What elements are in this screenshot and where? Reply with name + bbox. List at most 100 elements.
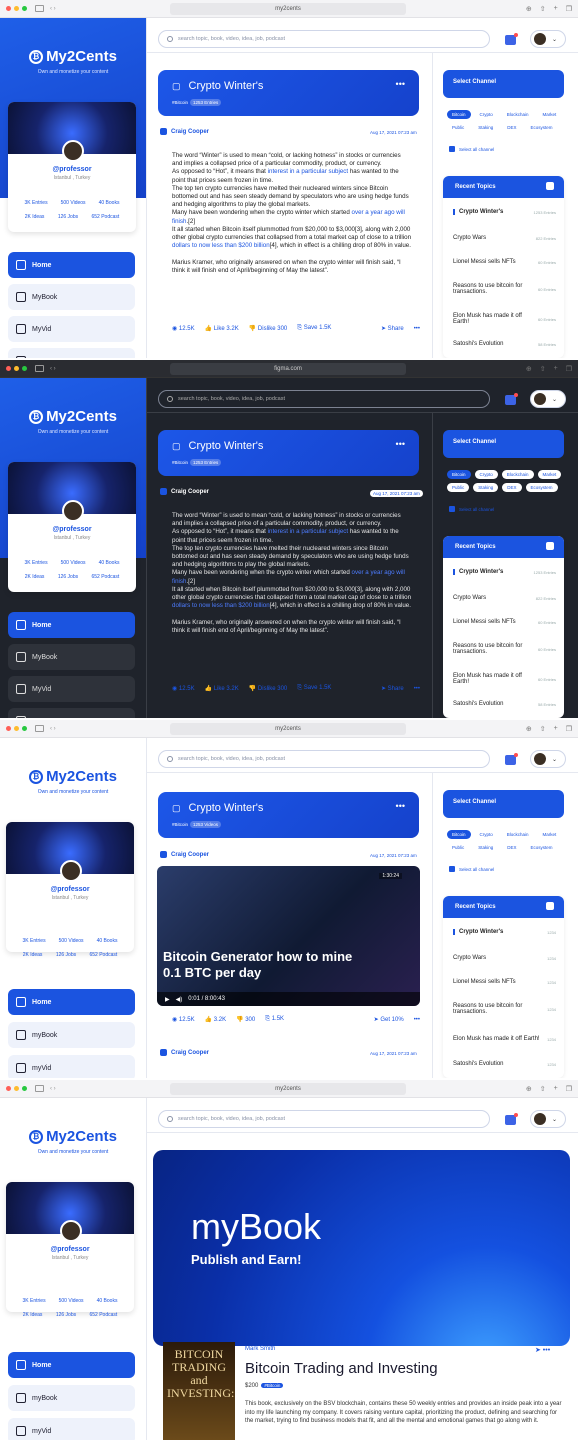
more-icon[interactable]: ••• (396, 439, 405, 449)
stat-ideas[interactable]: 2K Ideas (23, 952, 43, 958)
stat-jobs[interactable]: 126 Jobs (56, 1312, 76, 1318)
download-icon[interactable]: ⊕ (526, 365, 532, 373)
menu-home[interactable]: Home (8, 612, 135, 638)
chip-ecosystem[interactable]: Ecosystem (526, 123, 558, 132)
notification-icon[interactable] (505, 393, 518, 405)
user-menu[interactable]: ⌄ (530, 390, 566, 408)
list-item[interactable]: Reasons to use bitcoin for transactions.… (443, 634, 564, 664)
tabs-icon[interactable]: ❐ (566, 725, 572, 733)
search-input[interactable]: search topic, book, video, idea, job, po… (158, 1110, 490, 1128)
stat-podcast[interactable]: 652 Podcast (91, 214, 119, 220)
chip-staking[interactable]: Staking (473, 483, 499, 492)
menu-myvid[interactable]: myVid (8, 1418, 135, 1440)
new-tab-icon[interactable]: + (554, 365, 558, 373)
list-item[interactable]: Elon Musk has made it off Earth! 1234 (443, 1024, 564, 1054)
avatar[interactable] (62, 500, 84, 522)
stat-ideas[interactable]: 2K Ideas (25, 214, 45, 220)
list-item[interactable]: Elon Musk has made it off Earth! 60 Entri… (443, 304, 564, 334)
notification-icon[interactable] (505, 1113, 518, 1125)
tabs-icon[interactable]: ❐ (566, 5, 572, 13)
new-tab-icon[interactable]: + (554, 5, 558, 13)
app-logo[interactable]: ₿ My2Cents (0, 1128, 146, 1145)
list-item[interactable]: Crypto Wars 822 Entries (443, 226, 564, 250)
book-cover[interactable]: BITCOIN TRADING and INVESTING: (163, 1342, 235, 1440)
back-forward-icon[interactable]: ‹ › (50, 1086, 56, 1092)
app-logo[interactable]: ₿ My2Cents (0, 408, 146, 425)
menu-myvid[interactable]: MyVid (8, 316, 135, 342)
user-menu[interactable]: ⌄ (530, 1110, 566, 1128)
chip-public[interactable]: Public (447, 123, 469, 132)
book-author[interactable]: Mark Smith (245, 1346, 275, 1352)
chip-crypto[interactable]: Crypto (474, 470, 498, 479)
post-author[interactable]: Craig Cooper (160, 1049, 209, 1056)
dislike-button[interactable]: 👎 300 (236, 1016, 255, 1023)
menu-myidea[interactable] (8, 708, 135, 718)
chip-staking[interactable]: Staking (473, 843, 498, 852)
back-forward-icon[interactable]: ‹ › (50, 6, 56, 12)
stat-entries[interactable]: 3K Entries (25, 560, 48, 566)
chip-bitcoin[interactable]: Bitcoin (447, 110, 471, 119)
share-button[interactable]: ➤ Share (381, 685, 404, 692)
post-link[interactable]: interest in a particular subject (268, 528, 348, 535)
menu-mybook[interactable]: myBook (8, 1022, 135, 1048)
chip-dex[interactable]: DEX (502, 843, 521, 852)
share-button[interactable]: ➤ Share (381, 325, 404, 332)
download-icon[interactable]: ⊕ (526, 5, 532, 13)
stat-entries[interactable]: 3K Entries (23, 1298, 46, 1304)
list-item[interactable]: Satoshi's Evolution 58 Entries (443, 334, 564, 354)
post-link[interactable]: interest in a particular subject (268, 168, 348, 175)
like-button[interactable]: 👍 Like 3.2K (205, 685, 239, 692)
new-tab-icon[interactable]: + (554, 725, 558, 733)
menu-myvid[interactable]: MyVid (8, 676, 135, 702)
user-menu[interactable]: ⌄ (530, 750, 566, 768)
volume-icon[interactable]: ◀) (176, 996, 183, 1003)
views-button[interactable]: ◉ 12.5K (172, 685, 195, 692)
more-icon[interactable]: ••• (414, 1017, 420, 1023)
chip-public[interactable]: Public (447, 483, 470, 492)
menu-home[interactable]: Home (8, 989, 135, 1015)
address-bar[interactable]: figma.com (170, 362, 406, 375)
profile-name[interactable]: @professor (6, 886, 134, 893)
address-bar[interactable]: my2cents (170, 1082, 406, 1095)
book-title[interactable]: Bitcoin Trading and Investing (245, 1360, 438, 1377)
chip-ecosystem[interactable]: Ecosystem (525, 483, 558, 492)
stat-books[interactable]: 40 Books (99, 200, 120, 206)
list-item[interactable]: Lionel Messi sells NFTs 1234 (443, 970, 564, 994)
stat-ideas[interactable]: 2K Ideas (25, 574, 45, 580)
views-button[interactable]: ◉ 12.5K (172, 325, 195, 332)
dislike-button[interactable]: 👎 Dislike 300 (249, 685, 288, 692)
app-logo[interactable]: ₿ My2Cents (0, 48, 146, 65)
address-bar[interactable]: my2cents (170, 2, 406, 15)
stat-jobs[interactable]: 126 Jobs (58, 214, 78, 220)
sidebar-toggle-icon[interactable] (35, 1085, 44, 1092)
app-logo[interactable]: ₿ My2Cents (0, 768, 146, 785)
save-button[interactable]: ⎘ 1.5K (265, 1016, 284, 1023)
menu-home[interactable]: Home (8, 252, 135, 278)
chip-blockchain[interactable]: Blockchain (501, 470, 534, 479)
profile-name[interactable]: @professor (8, 526, 136, 533)
get-button[interactable]: ➤ Get 10% (374, 1016, 404, 1023)
list-item[interactable]: Crypto Wars 822 Entries (443, 586, 564, 610)
stat-podcast[interactable]: 652 Podcast (89, 1312, 117, 1318)
list-item[interactable]: Crypto Winter's 1253 Entries (443, 558, 564, 586)
chip-blockchain[interactable]: Blockchain (502, 110, 534, 119)
stat-books[interactable]: 40 Books (97, 1298, 118, 1304)
stat-podcast[interactable]: 652 Podcast (91, 574, 119, 580)
chip-crypto[interactable]: Crypto (475, 110, 498, 119)
chip-staking[interactable]: Staking (473, 123, 498, 132)
share-icon[interactable]: ➤ ••• (535, 1346, 550, 1354)
stat-podcast[interactable]: 652 Podcast (89, 952, 117, 958)
video-player[interactable]: 1:30:24 Bitcoin Generator how to mine 0.… (157, 866, 420, 1006)
back-forward-icon[interactable]: ‹ › (50, 366, 56, 372)
post-author[interactable]: Craig Cooper (160, 851, 209, 858)
tabs-icon[interactable]: ❐ (566, 1085, 572, 1093)
list-item[interactable]: Satoshi's Evolution 1234 (443, 1054, 564, 1074)
select-all-checkbox[interactable]: Select all channel (449, 506, 494, 512)
share-icon[interactable]: ⇧ (540, 725, 546, 733)
select-all-checkbox[interactable]: Select all channel (449, 866, 494, 872)
share-icon[interactable]: ⇧ (540, 5, 546, 13)
chip-ecosystem[interactable]: Ecosystem (526, 843, 558, 852)
chip-dex[interactable]: DEX (502, 123, 521, 132)
chip-market[interactable]: Market (537, 470, 562, 479)
more-icon[interactable]: ••• (414, 326, 420, 332)
